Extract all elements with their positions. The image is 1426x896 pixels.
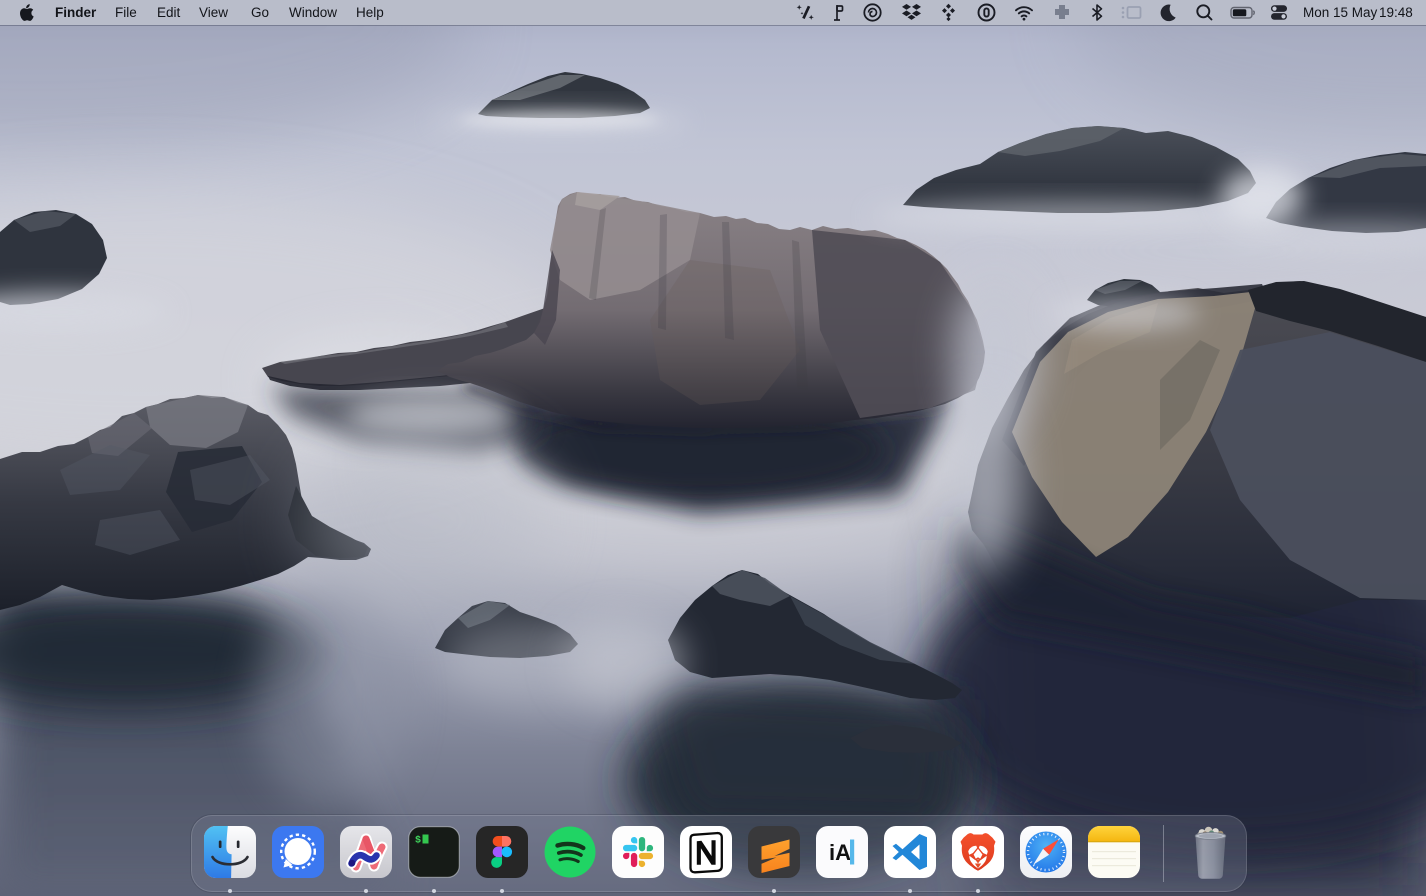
svg-text:$: $: [415, 835, 421, 847]
svg-text:iA: iA: [829, 840, 851, 865]
